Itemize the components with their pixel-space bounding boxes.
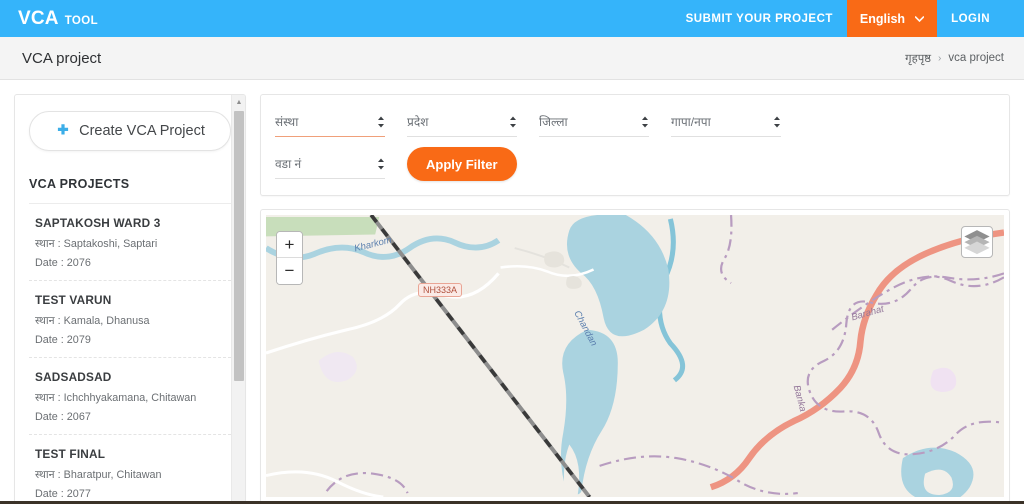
spinner-icon <box>773 116 781 128</box>
scroll-up-arrow-icon[interactable]: ▲ <box>232 95 245 109</box>
top-navbar: VCA TOOL SUBMIT YOUR PROJECT English LOG… <box>0 0 1024 37</box>
chevron-down-icon <box>914 14 925 24</box>
map-zoom-controls: + − <box>276 231 303 285</box>
breadcrumb-separator: › <box>938 52 942 64</box>
sidebar-panel: Create VCA Project VCA PROJECTS SAPTAKOS… <box>14 94 246 503</box>
scrollbar-thumb[interactable] <box>234 111 244 381</box>
filter-gapa-napa-cell: गापा/नपा <box>671 107 803 137</box>
map-canvas[interactable]: + − NH333A Kharkom Chandan Barahat Banka <box>266 215 1004 497</box>
filter-pradesh-cell: प्रदेश <box>407 107 539 137</box>
filter-gapa-napa-label: गापा/नपा <box>671 115 711 129</box>
project-name: TEST VARUN <box>35 293 112 307</box>
filter-wada-cell: वडा नं <box>275 149 407 179</box>
breadcrumb-home[interactable]: गृहपृष्ठ <box>905 51 931 66</box>
nav-submit-your-project[interactable]: SUBMIT YOUR PROJECT <box>672 0 847 37</box>
plus-icon <box>55 123 71 139</box>
create-vca-project-label: Create VCA Project <box>79 123 205 139</box>
map-highway-badge: NH333A <box>418 283 463 297</box>
filter-sanstha-cell: संस्था <box>275 107 407 137</box>
filter-pradesh-label: प्रदेश <box>407 115 429 129</box>
apply-filter-button[interactable]: Apply Filter <box>407 147 517 181</box>
filter-sanstha-label: संस्था <box>275 115 299 129</box>
spinner-icon <box>377 158 385 170</box>
project-name: SAPTAKOSH WARD 3 <box>35 216 161 230</box>
project-date: Date : 2067 <box>35 411 91 423</box>
filter-jilla-select[interactable]: जिल्ला <box>539 107 649 137</box>
project-date: Date : 2077 <box>35 488 91 500</box>
filter-row-2: वडा नं Apply Filter <box>275 147 995 181</box>
vca-projects-heading: VCA PROJECTS <box>29 177 231 204</box>
project-date: Date : 2079 <box>35 334 91 346</box>
breadcrumb-current: vca project <box>948 52 1004 64</box>
list-item[interactable]: TEST FINAL स्थान : Bharatpur, Chitawan D… <box>29 435 231 502</box>
app-logo[interactable]: VCA TOOL <box>18 8 98 30</box>
spinner-icon <box>641 116 649 128</box>
map-vector-layer <box>266 215 1004 497</box>
map-zoom-out-button[interactable]: − <box>277 258 302 284</box>
nav-login[interactable]: LOGIN <box>937 0 1004 37</box>
create-vca-project-button[interactable]: Create VCA Project <box>29 111 231 151</box>
breadcrumb: गृहपृष्ठ › vca project <box>905 51 1004 66</box>
filter-sanstha-select[interactable]: संस्था <box>275 107 385 137</box>
list-item[interactable]: SAPTAKOSH WARD 3 स्थान : Saptakoshi, Sap… <box>29 204 231 281</box>
list-item[interactable]: TEST VARUN स्थान : Kamala, Dhanusa Date … <box>29 281 231 358</box>
sidebar-content: Create VCA Project VCA PROJECTS SAPTAKOS… <box>15 95 245 502</box>
map-panel: + − NH333A Kharkom Chandan Barahat Banka <box>260 209 1010 503</box>
brand-name: VCA <box>18 7 59 29</box>
filter-jilla-cell: जिल्ला <box>539 107 671 137</box>
project-name: SADSADSAD <box>35 370 112 384</box>
brand-suffix: TOOL <box>64 14 99 27</box>
project-date: Date : 2076 <box>35 257 91 269</box>
project-location: स्थान : Saptakoshi, Saptari <box>35 238 158 250</box>
spinner-icon <box>377 116 385 128</box>
filter-wada-label: वडा नं <box>275 157 302 171</box>
filter-gapa-napa-select[interactable]: गापा/नपा <box>671 107 781 137</box>
project-name: TEST FINAL <box>35 447 106 461</box>
filter-panel: संस्था प्रदेश जिल्ला गापा/नपा वडा नं App… <box>260 94 1010 196</box>
map-layers-button[interactable] <box>961 226 993 258</box>
filter-jilla-label: जिल्ला <box>539 115 568 129</box>
page-content: Create VCA Project VCA PROJECTS SAPTAKOS… <box>0 80 1024 503</box>
page-header: VCA project गृहपृष्ठ › vca project <box>0 37 1024 80</box>
language-selector[interactable]: English <box>846 0 938 37</box>
map-settlement <box>544 251 565 268</box>
list-item[interactable]: SADSADSAD स्थान : Ichchhyakamana, Chitaw… <box>29 358 231 435</box>
page-title: VCA project <box>22 49 102 67</box>
spinner-icon <box>509 116 517 128</box>
project-location: स्थान : Bharatpur, Chitawan <box>35 469 162 481</box>
filter-pradesh-select[interactable]: प्रदेश <box>407 107 517 137</box>
map-zoom-in-button[interactable]: + <box>277 232 302 258</box>
filter-row-1: संस्था प्रदेश जिल्ला गापा/नपा <box>275 107 995 137</box>
sidebar-scrollbar[interactable]: ▲ <box>231 95 245 502</box>
nav-links: SUBMIT YOUR PROJECT English LOGIN <box>672 0 1004 37</box>
project-list: SAPTAKOSH WARD 3 स्थान : Saptakoshi, Sap… <box>29 204 231 502</box>
language-label: English <box>859 11 906 26</box>
project-location: स्थान : Ichchhyakamana, Chitawan <box>35 392 197 404</box>
main-column: संस्था प्रदेश जिल्ला गापा/नपा वडा नं App… <box>260 94 1010 503</box>
filter-wada-select[interactable]: वडा नं <box>275 149 385 179</box>
project-location: स्थान : Kamala, Dhanusa <box>35 315 150 327</box>
